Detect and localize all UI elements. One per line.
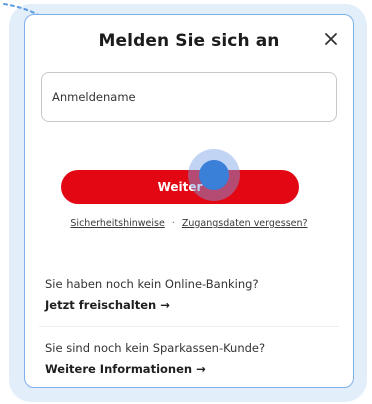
online-banking-section: Sie haben noch kein Online-Banking? Jetz… bbox=[45, 277, 337, 312]
more-information-link[interactable]: Weitere Informationen → bbox=[45, 362, 337, 376]
login-dialog: Melden Sie sich an Weiter Sicherheitshin… bbox=[24, 14, 354, 388]
link-separator: · bbox=[171, 218, 175, 229]
username-input[interactable] bbox=[41, 72, 337, 122]
customer-question: Sie sind noch kein Sparkassen-Kunde? bbox=[45, 341, 266, 355]
online-banking-question: Sie haben noch kein Online-Banking? bbox=[45, 277, 259, 291]
close-icon[interactable] bbox=[321, 29, 341, 49]
dialog-title: Melden Sie sich an bbox=[98, 31, 280, 51]
continue-button[interactable]: Weiter bbox=[61, 170, 299, 204]
security-notes-link[interactable]: Sicherheitshinweise bbox=[70, 218, 164, 229]
activate-online-banking-link[interactable]: Jetzt freischalten → bbox=[45, 298, 337, 312]
help-links: Sicherheitshinweise · Zugangsdaten vergess… bbox=[25, 218, 353, 229]
forgot-credentials-link[interactable]: Zugangsdaten vergessen? bbox=[182, 218, 308, 229]
section-divider bbox=[39, 326, 339, 327]
customer-section: Sie sind noch kein Sparkassen-Kunde? Wei… bbox=[45, 341, 337, 376]
